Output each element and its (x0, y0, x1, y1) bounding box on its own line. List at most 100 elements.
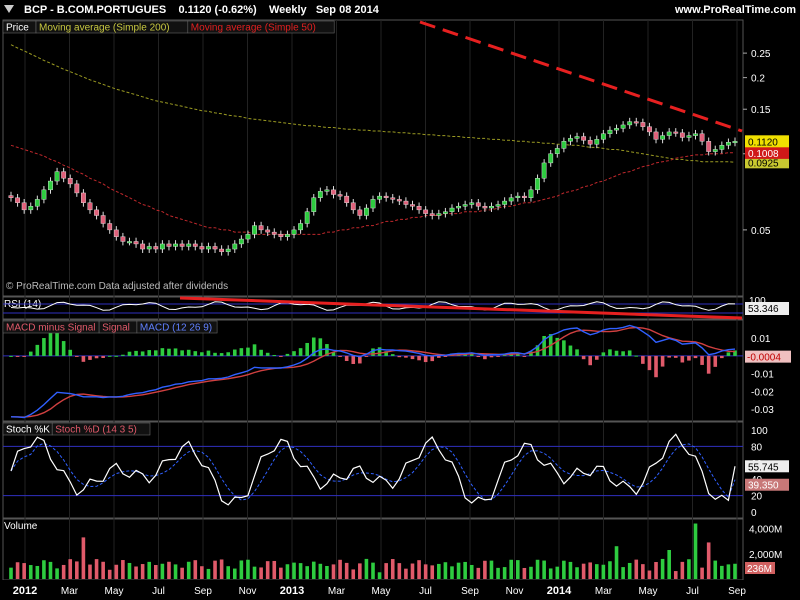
macd-hist-bar (647, 355, 652, 371)
macd-hist-bar (226, 352, 230, 356)
volume-bar (48, 561, 53, 579)
macd-hist-bar (720, 355, 724, 359)
x-axis-label: Sep (461, 586, 479, 597)
candle-body (660, 135, 666, 140)
macd-hist-bar (410, 355, 415, 360)
volume-bar (575, 567, 579, 579)
volume-bar (608, 561, 612, 579)
price-tick-label: 0.2 (751, 74, 765, 85)
volume-bar (693, 523, 698, 579)
x-axis-label: 2012 (13, 585, 37, 597)
candle-body (278, 234, 284, 237)
candle-body (232, 243, 238, 250)
x-axis-label: Mar (595, 586, 613, 597)
price-last-flag-label: 0.1120 (748, 137, 778, 148)
volume-bar (318, 563, 323, 579)
macd-hist-bar (292, 351, 296, 356)
candle-body (554, 148, 560, 154)
volume-bar (423, 564, 428, 579)
macd-hist-bar (397, 355, 402, 358)
macd-hist-bar (88, 355, 92, 360)
x-axis-label: Sep (728, 586, 746, 597)
candle-body (48, 180, 53, 191)
candle-body (561, 141, 567, 149)
candle-body (41, 189, 47, 200)
macd-tick-label: -0.03 (751, 405, 774, 416)
candle-body (344, 195, 350, 203)
volume-bar (127, 562, 132, 579)
legend-entry: Moving average (Simple 50) (191, 23, 316, 34)
volume-bar (706, 542, 711, 579)
macd-hist-bar (483, 355, 487, 360)
legend-entry: Price (6, 23, 29, 34)
candle-body (495, 204, 501, 207)
volume-bar (384, 563, 388, 579)
volume-bar (344, 562, 349, 579)
macd-hist-bar (134, 350, 138, 356)
candle-body (28, 206, 34, 211)
volume-bar (298, 563, 303, 579)
x-axis-label: Nov (506, 586, 524, 597)
candle-body (719, 145, 725, 150)
volume-bar (509, 559, 514, 579)
volume-bar (22, 563, 26, 579)
candle-body (15, 197, 20, 203)
macd-hist-bar (75, 355, 79, 357)
volume-bar (450, 566, 454, 579)
volume-bar (476, 567, 481, 579)
macd-hist-bar (680, 355, 685, 363)
volume-bar (404, 568, 408, 579)
volume-bar (581, 563, 586, 579)
candle-body (127, 241, 132, 244)
volume-bar (601, 564, 606, 579)
macd-hist-bar (81, 355, 86, 362)
volume-bar (397, 563, 402, 579)
candle-body (377, 195, 382, 200)
candle-body (456, 206, 461, 209)
volume-bar (232, 568, 237, 579)
rsi-last-label: 53.346 (748, 304, 779, 315)
macd-hist-bar (706, 355, 711, 374)
candle-body (429, 213, 435, 216)
candle-body (521, 195, 527, 198)
candle-body (87, 202, 93, 211)
macd-hist-bar (68, 349, 73, 356)
candle-body (647, 126, 652, 133)
candle-body (192, 243, 198, 247)
candle-body (199, 246, 205, 250)
price-tick-label: 0.05 (751, 226, 771, 237)
x-axis-label: Nov (239, 586, 257, 597)
volume-bar (68, 559, 73, 579)
candle-body (489, 206, 494, 209)
candle-body (350, 202, 356, 211)
candle-body (469, 202, 475, 205)
volume-bar (167, 561, 171, 579)
volume-bar (292, 562, 296, 579)
volume-bar (147, 561, 152, 579)
volume-bar (377, 572, 382, 579)
volume-bar (180, 567, 184, 579)
candle-body (113, 229, 119, 237)
candle-body (712, 149, 718, 152)
candle-body (614, 128, 619, 131)
candle-body (54, 171, 60, 182)
macd-hist-bar (61, 341, 66, 356)
volume-bar (410, 563, 415, 579)
chart-canvas[interactable]: 0.250.20.150.10.05PriceMoving average (S… (0, 0, 800, 600)
candle-body (600, 133, 606, 140)
macd-tick-label: -0.02 (751, 387, 774, 398)
macd-hist-bar (232, 349, 237, 356)
x-axis-label: 2014 (547, 585, 572, 597)
candle-body (337, 194, 343, 197)
candle-body (107, 223, 113, 231)
volume-bar (114, 564, 119, 579)
macd-hist-bar (476, 355, 481, 358)
volume-bar (502, 567, 507, 579)
x-axis-label: May (372, 586, 391, 597)
macd-hist-bar (121, 354, 125, 356)
candle-body (225, 248, 231, 252)
macd-hist-bar (489, 355, 494, 358)
volume-bar (206, 568, 211, 579)
macd-hist-bar (700, 355, 704, 365)
volume-bar (246, 559, 250, 579)
